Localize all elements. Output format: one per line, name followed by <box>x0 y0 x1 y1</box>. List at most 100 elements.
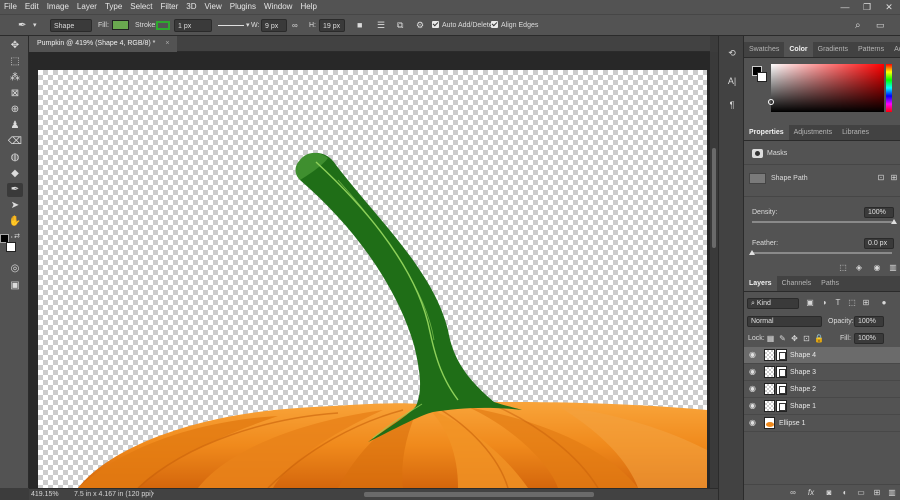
path-alignment-icon[interactable]: ☰ <box>377 19 385 32</box>
eye-icon[interactable]: ◉ <box>749 401 758 410</box>
eye-icon[interactable]: ◉ <box>749 367 758 376</box>
apply-mask-icon[interactable]: ◈ <box>854 263 864 273</box>
adjustment-filter-icon[interactable]: ◑ <box>819 298 829 308</box>
document-canvas[interactable] <box>38 70 707 488</box>
stroke-swatch[interactable] <box>156 21 170 30</box>
menu-window[interactable]: Window <box>260 0 296 14</box>
close-window-button[interactable]: ✕ <box>878 0 900 14</box>
menu-3d[interactable]: 3D <box>182 0 200 14</box>
align-edges-checkbox[interactable]: Align Edges <box>491 19 538 32</box>
layer-name[interactable]: Shape 3 <box>790 364 816 381</box>
eye-icon[interactable]: ◉ <box>749 384 758 393</box>
fill-opacity-field[interactable]: 100% <box>854 333 884 344</box>
color-panel-background[interactable] <box>757 72 767 82</box>
path-operations-icon[interactable]: ■ <box>357 19 362 32</box>
spot-healing-tool-icon[interactable]: ⊕ <box>7 103 23 117</box>
layer-row-shape-3[interactable]: ◉ Shape 3 <box>744 364 900 381</box>
menu-image[interactable]: Image <box>43 0 73 14</box>
workspace-icon[interactable]: ▭ <box>876 19 885 32</box>
minimize-button[interactable]: — <box>834 0 856 14</box>
eraser-tool-icon[interactable]: ⌫ <box>7 135 23 149</box>
trash-icon[interactable]: ▥ <box>887 488 897 498</box>
add-vector-mask-icon[interactable]: ⊡ <box>876 173 886 183</box>
edit-quick-mask-icon[interactable]: ◎ <box>7 262 23 276</box>
frame-tool-icon[interactable]: ⊠ <box>7 87 23 101</box>
menu-layer[interactable]: Layer <box>73 0 101 14</box>
shape-filter-icon[interactable]: ⬚ <box>847 298 857 308</box>
layer-kind-filter[interactable]: ⌕ Kind <box>747 298 799 309</box>
add-pixel-mask-icon[interactable]: ⊞ <box>889 173 899 183</box>
menu-help[interactable]: Help <box>296 0 320 14</box>
lock-all-icon[interactable]: 🔒 <box>814 334 824 344</box>
new-group-icon[interactable]: ▭ <box>856 488 866 498</box>
color-picker-cursor[interactable] <box>768 99 774 105</box>
layer-row-shape-4[interactable]: ◉ Shape 4 <box>744 347 900 364</box>
move-tool-icon[interactable]: ✥ <box>7 39 23 53</box>
vertical-scrollbar[interactable] <box>710 52 718 488</box>
blur-tool-icon[interactable]: ◆ <box>7 167 23 181</box>
lock-pixels-icon[interactable]: ✎ <box>778 334 787 344</box>
pixel-filter-icon[interactable]: ▣ <box>805 298 815 308</box>
link-icon[interactable]: ∞ <box>292 19 298 32</box>
chevron-down-icon[interactable]: ▾ <box>33 19 37 32</box>
add-mask-icon[interactable]: ◙ <box>824 488 834 498</box>
canvas-area[interactable] <box>29 52 710 488</box>
eye-icon[interactable]: ◉ <box>749 418 758 427</box>
chevron-down-icon[interactable]: ▾ <box>246 19 250 32</box>
magic-wand-tool-icon[interactable]: ⁂ <box>7 71 23 85</box>
menu-plugins[interactable]: Plugins <box>226 0 260 14</box>
tab-properties[interactable]: Properties <box>744 125 789 140</box>
tab-patterns[interactable]: Patterns <box>853 42 889 57</box>
menu-view[interactable]: View <box>201 0 226 14</box>
menu-filter[interactable]: Filter <box>157 0 183 14</box>
fill-swatch[interactable] <box>112 20 129 30</box>
tab-adjustments[interactable]: Adjustments <box>789 125 838 140</box>
stroke-width-field[interactable]: 1 px <box>174 19 212 32</box>
history-icon[interactable]: ⟲ <box>724 46 740 60</box>
document-info[interactable]: 7.5 in x 4.167 in (120 ppi) <box>74 489 153 500</box>
tab-color[interactable]: Color <box>784 42 813 57</box>
color-picker-field[interactable] <box>771 64 884 112</box>
restore-button[interactable]: ❐ <box>856 0 878 14</box>
link-layers-icon[interactable]: ∞ <box>788 488 798 498</box>
screen-mode-icon[interactable]: ▣ <box>7 279 23 293</box>
document-tab[interactable]: Pumpkin @ 419% (Shape 4, RGB/8) * × <box>29 36 178 52</box>
hue-slider[interactable] <box>886 64 892 112</box>
tab-actions[interactable]: Actions <box>889 42 900 57</box>
feather-slider-knob[interactable] <box>749 250 755 255</box>
tab-gradients[interactable]: Gradients <box>813 42 853 57</box>
menu-type[interactable]: Type <box>101 0 126 14</box>
menu-file[interactable]: File <box>0 0 21 14</box>
fx-icon[interactable]: fx <box>806 488 816 498</box>
density-field[interactable]: 100% <box>864 207 894 218</box>
feather-field[interactable]: 0.0 px <box>864 238 894 249</box>
trash-icon[interactable]: ▥ <box>888 263 898 273</box>
feather-slider[interactable] <box>752 252 892 254</box>
menu-edit[interactable]: Edit <box>21 0 43 14</box>
stamp-tool-icon[interactable]: ♟ <box>7 119 23 133</box>
density-slider-knob[interactable] <box>891 219 897 224</box>
paragraph-panel-icon[interactable]: ¶ <box>724 98 740 112</box>
swap-colors-icon[interactable]: ⇄ <box>13 230 21 244</box>
layer-name[interactable]: Shape 2 <box>790 381 816 398</box>
hand-tool-icon[interactable]: ✋ <box>7 215 23 229</box>
search-icon[interactable]: ⌕ <box>855 19 861 32</box>
eye-icon[interactable]: ◉ <box>872 263 882 273</box>
close-tab-icon[interactable]: × <box>165 40 169 47</box>
vertical-scroll-thumb[interactable] <box>712 148 716 248</box>
pen-tool-icon[interactable]: ✒ <box>7 183 23 197</box>
path-selection-tool-icon[interactable]: ➤ <box>7 199 23 213</box>
layer-row-shape-1[interactable]: ◉ Shape 1 <box>744 398 900 415</box>
gear-icon[interactable]: ⚙ <box>416 19 424 32</box>
tab-swatches[interactable]: Swatches <box>744 42 784 57</box>
height-field[interactable]: 19 px <box>319 19 345 32</box>
layer-row-shape-2[interactable]: ◉ Shape 2 <box>744 381 900 398</box>
tool-mode-select[interactable]: Shape <box>50 19 92 32</box>
lock-position-icon[interactable]: ✥ <box>790 334 799 344</box>
layer-row-ellipse-1[interactable]: ◉ Ellipse 1 <box>744 415 900 432</box>
width-field[interactable]: 9 px <box>261 19 287 32</box>
opacity-field[interactable]: 100% <box>854 316 884 327</box>
character-panel-icon[interactable]: A| <box>724 74 740 88</box>
marquee-tool-icon[interactable]: ⬚ <box>7 55 23 69</box>
menu-select[interactable]: Select <box>126 0 156 14</box>
